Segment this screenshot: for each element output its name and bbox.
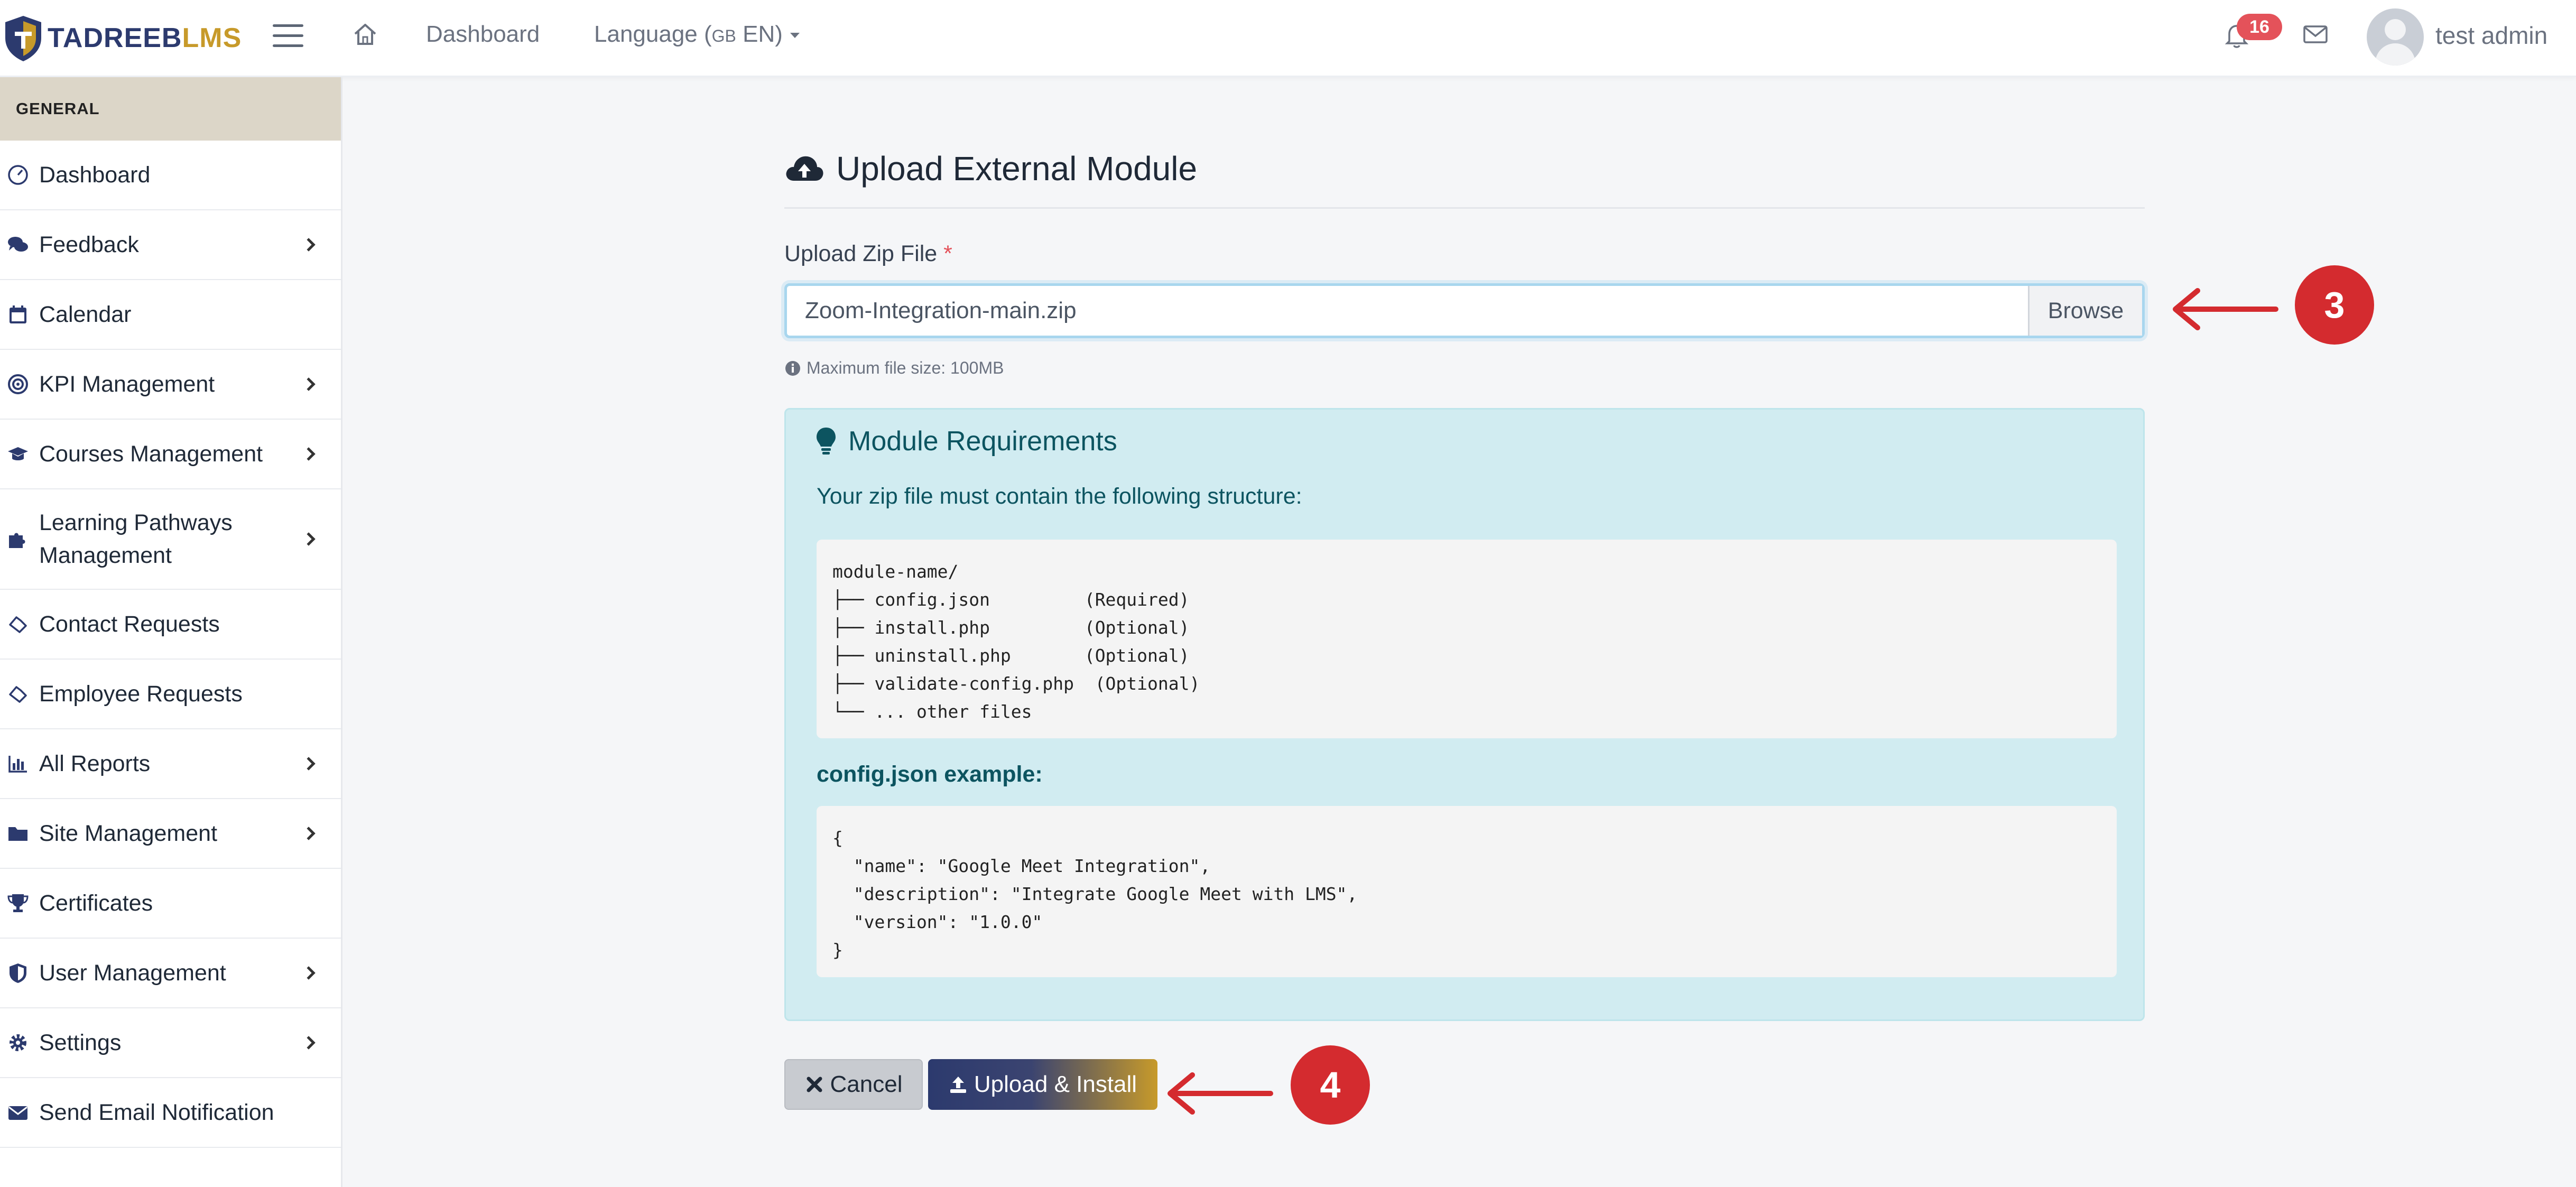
sidebar-item-label: Feedback bbox=[39, 232, 139, 257]
close-icon bbox=[807, 1077, 822, 1092]
brand-logo[interactable]: TADREEBLMS bbox=[3, 12, 242, 64]
config-example-code-block: { "name": "Google Meet Integration", "de… bbox=[817, 806, 2117, 977]
sidebar-item-label: Site Management bbox=[39, 821, 218, 846]
sidebar-item-user-management[interactable]: User Management bbox=[0, 939, 341, 1008]
annotation-marker-4: 4 bbox=[1291, 1045, 1370, 1125]
menu-toggle-icon[interactable] bbox=[273, 24, 303, 49]
mail-icon[interactable] bbox=[2303, 25, 2328, 43]
sidebar-item-dashboard[interactable]: Dashboard bbox=[0, 141, 341, 210]
annotation-arrow-3 bbox=[2173, 288, 2278, 330]
graduation-cap-icon bbox=[4, 440, 32, 468]
sidebar-item-feedback[interactable]: Feedback bbox=[0, 210, 341, 280]
annotation-marker-3: 3 bbox=[2295, 265, 2374, 345]
sidebar-item-label: Certificates bbox=[39, 891, 153, 916]
target-icon bbox=[4, 370, 32, 398]
sidebar-item-employee-requests[interactable]: Employee Requests bbox=[0, 660, 341, 729]
envelope-icon bbox=[4, 1099, 32, 1126]
module-requirements-panel: Module Requirements Your zip file must c… bbox=[784, 408, 2145, 1021]
sidebar-item-certificates[interactable]: Certificates bbox=[0, 869, 341, 939]
shield-logo-icon bbox=[5, 16, 41, 61]
handshake-icon bbox=[4, 610, 32, 638]
requirements-title: Module Requirements bbox=[816, 425, 1117, 457]
page-title: Upload External Module bbox=[784, 149, 1197, 188]
shield-icon bbox=[4, 959, 32, 987]
calendar-icon bbox=[4, 301, 32, 328]
comments-icon bbox=[4, 231, 32, 258]
notification-badge: 16 bbox=[2237, 14, 2282, 40]
avatar[interactable] bbox=[2367, 8, 2424, 66]
sidebar-item-label: All Reports bbox=[39, 751, 151, 776]
browse-button[interactable]: Browse bbox=[2028, 286, 2142, 336]
sidebar-item-label: Calendar bbox=[39, 302, 132, 327]
sidebar-item-label: Settings bbox=[39, 1030, 122, 1055]
sidebar-item-learning-pathways[interactable]: Learning Pathways Management bbox=[0, 489, 341, 590]
sidebar-item-site-management[interactable]: Site Management bbox=[0, 799, 341, 869]
zip-file-input[interactable]: Zoom-Integration-main.zip Browse bbox=[784, 283, 2145, 338]
home-icon[interactable] bbox=[352, 21, 378, 48]
sidebar-item-label: Send Email Notification bbox=[39, 1100, 274, 1125]
sidebar-item-courses-management[interactable]: Courses Management bbox=[0, 420, 341, 489]
sidebar-item-contact-requests[interactable]: Contact Requests bbox=[0, 590, 341, 660]
sidebar-item-label: User Management bbox=[39, 960, 226, 986]
handshake-icon bbox=[4, 680, 32, 708]
requirements-subtitle: Your zip file must contain the following… bbox=[817, 484, 1302, 509]
file-size-hint: Maximum file size: 100MB bbox=[784, 358, 1004, 378]
language-label: Language ( bbox=[594, 21, 712, 47]
chevron-right-icon bbox=[302, 1036, 316, 1050]
user-name[interactable]: test admin bbox=[2435, 21, 2547, 50]
chevron-right-icon bbox=[302, 447, 316, 461]
structure-code-block: module-name/ ├── config.json (Required) … bbox=[817, 540, 2117, 738]
sidebar: GENERAL Dashboard Feedback Calendar KPI … bbox=[0, 77, 342, 1187]
sidebar-item-label: Learning Pathways Management bbox=[39, 510, 233, 568]
folder-icon bbox=[4, 820, 32, 847]
chevron-right-icon bbox=[302, 532, 316, 546]
language-code: EN) bbox=[736, 21, 783, 47]
annotation-arrow-4 bbox=[1167, 1072, 1273, 1115]
sidebar-item-label: Employee Requests bbox=[39, 681, 243, 707]
sidebar-item-label: Courses Management bbox=[39, 441, 263, 467]
puzzle-icon bbox=[4, 525, 32, 553]
chevron-right-icon bbox=[302, 377, 316, 391]
bar-chart-icon bbox=[4, 750, 32, 777]
sidebar-item-label: Contact Requests bbox=[39, 611, 220, 637]
chevron-right-icon bbox=[302, 238, 316, 252]
gear-icon bbox=[4, 1029, 32, 1056]
cloud-upload-icon bbox=[786, 156, 823, 181]
upload-zip-label: Upload Zip File * bbox=[784, 241, 952, 266]
chevron-right-icon bbox=[302, 827, 316, 840]
title-divider bbox=[784, 207, 2145, 209]
sidebar-section-general: GENERAL bbox=[0, 77, 341, 141]
lightbulb-icon bbox=[817, 428, 836, 455]
nav-dashboard-link[interactable]: Dashboard bbox=[426, 21, 540, 48]
top-navbar: TADREEBLMS Dashboard Language (GB EN) 16… bbox=[0, 0, 2576, 77]
selected-file-name: Zoom-Integration-main.zip bbox=[805, 298, 1077, 323]
sidebar-item-send-email-notification[interactable]: Send Email Notification bbox=[0, 1078, 341, 1148]
upload-icon bbox=[950, 1077, 966, 1093]
sidebar-item-kpi-management[interactable]: KPI Management bbox=[0, 350, 341, 420]
config-example-label: config.json example: bbox=[817, 762, 1043, 787]
logo-text: TADREEBLMS bbox=[48, 23, 242, 53]
language-dropdown[interactable]: Language (GB EN) bbox=[594, 21, 800, 48]
sidebar-item-calendar[interactable]: Calendar bbox=[0, 280, 341, 350]
required-mark: * bbox=[943, 241, 952, 266]
gauge-icon bbox=[4, 161, 32, 189]
trophy-icon bbox=[4, 889, 32, 917]
flag-gb-icon: GB bbox=[711, 26, 736, 45]
caret-down-icon bbox=[790, 33, 800, 39]
sidebar-item-all-reports[interactable]: All Reports bbox=[0, 729, 341, 799]
cancel-button[interactable]: Cancel bbox=[784, 1059, 923, 1110]
upload-install-button[interactable]: Upload & Install bbox=[928, 1059, 1157, 1110]
sidebar-item-settings[interactable]: Settings bbox=[0, 1008, 341, 1078]
chevron-right-icon bbox=[302, 757, 316, 771]
chevron-right-icon bbox=[302, 966, 316, 980]
sidebar-item-label: KPI Management bbox=[39, 372, 215, 397]
info-circle-icon bbox=[785, 360, 800, 376]
sidebar-item-label: Dashboard bbox=[39, 162, 151, 188]
